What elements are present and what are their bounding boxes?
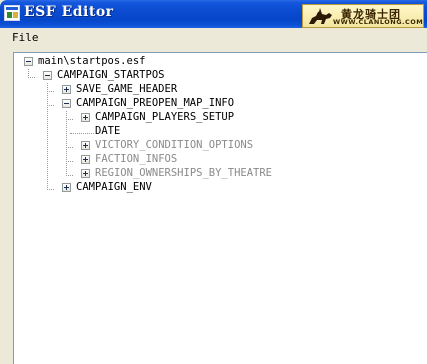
collapse-toggle-campaign-startpos[interactable] [43, 71, 52, 80]
expand-toggle-faction-infos[interactable] [81, 155, 90, 164]
esf-tree-view[interactable]: main\startpos.esf CAMPAIGN_STARTPOS SAVE… [13, 52, 427, 364]
watermark-url: WWW.CLANLONG.COM [333, 18, 424, 26]
tree-node-root[interactable]: main\startpos.esf [38, 54, 145, 68]
knight-icon [309, 8, 332, 24]
tree-node-save-game-header[interactable]: SAVE_GAME_HEADER [76, 82, 177, 96]
expand-toggle-campaign-env[interactable] [62, 183, 71, 192]
window-title: ESF Editor [24, 4, 114, 20]
expand-toggle-region-ownerships-by-theatre[interactable] [81, 169, 90, 178]
tree-node-faction-infos[interactable]: FACTION_INFOS [95, 152, 177, 166]
expand-toggle-victory-condition-options[interactable] [81, 141, 90, 150]
tree-node-campaign-players-setup[interactable]: CAMPAIGN_PLAYERS_SETUP [95, 110, 234, 124]
tree-node-region-ownerships-by-theatre[interactable]: REGION_OWNERSHIPS_BY_THEATRE [95, 166, 272, 180]
expand-toggle-campaign-players-setup[interactable] [81, 113, 90, 122]
watermark-logo: 黄龙骑士团 WWW.CLANLONG.COM [302, 4, 424, 28]
app-window: ESF Editor 黄龙骑士团 WWW.CLANLONG.COM File m [0, 0, 427, 364]
expand-toggle-save-game-header[interactable] [62, 85, 71, 94]
menu-bar: File [0, 28, 427, 48]
collapse-toggle-root[interactable] [24, 57, 33, 66]
tree-node-victory-condition-options[interactable]: VICTORY_CONDITION_OPTIONS [95, 138, 253, 152]
tree-node-campaign-preopen-map-info[interactable]: CAMPAIGN_PREOPEN_MAP_INFO [76, 96, 234, 110]
menu-file[interactable]: File [8, 30, 43, 46]
title-bar[interactable]: ESF Editor 黄龙骑士团 WWW.CLANLONG.COM [0, 0, 427, 28]
tree-node-campaign-env[interactable]: CAMPAIGN_ENV [76, 180, 152, 194]
tree-node-campaign-startpos[interactable]: CAMPAIGN_STARTPOS [57, 68, 164, 82]
tree-node-date[interactable]: DATE [95, 124, 120, 138]
app-icon[interactable] [4, 5, 20, 21]
collapse-toggle-campaign-preopen-map-info[interactable] [62, 99, 71, 108]
